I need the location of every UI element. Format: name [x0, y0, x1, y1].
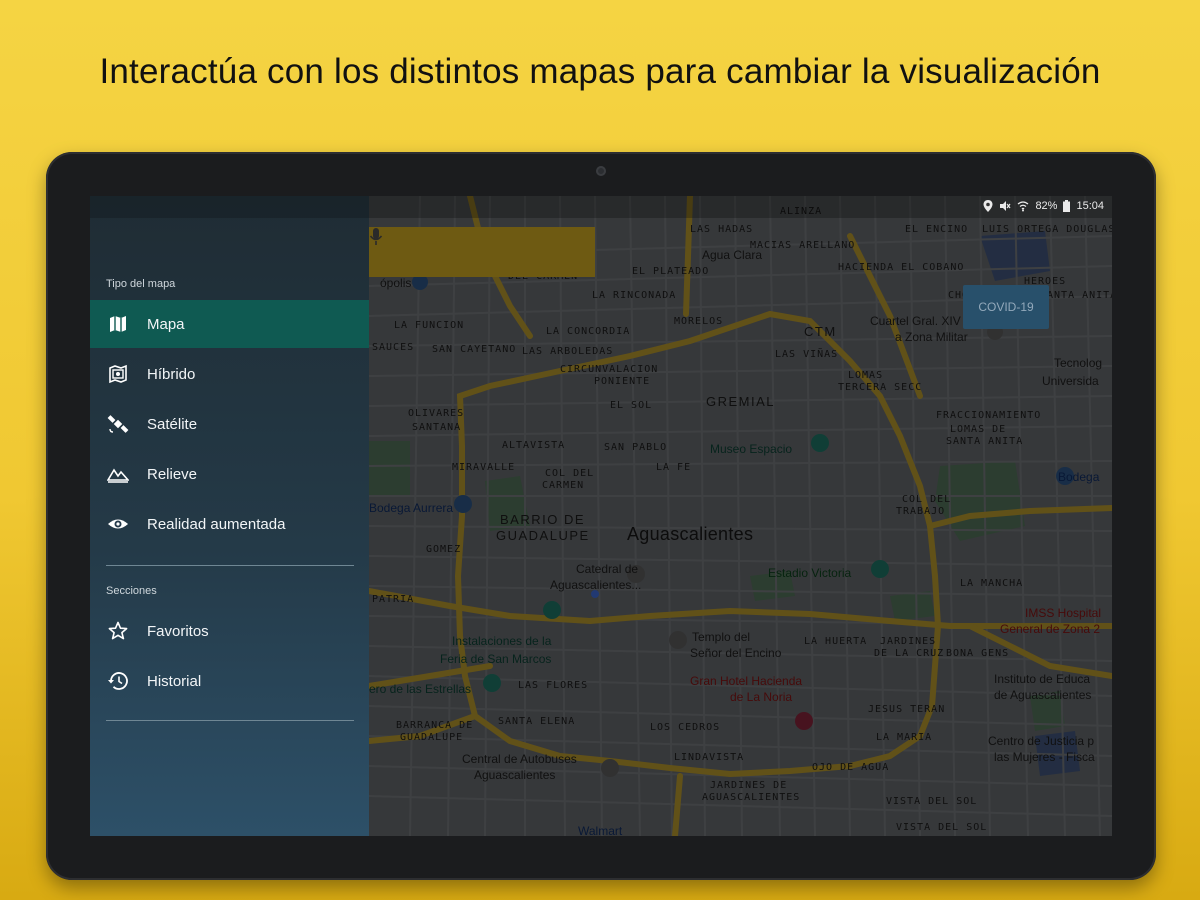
drawer-item-label: Mapa [147, 315, 185, 333]
tablet-frame: ALINZA LAS HADAS EL ENCINO LUIS ORTEGA D… [46, 152, 1156, 880]
headline: Interactúa con los distintos mapas para … [99, 52, 1101, 91]
history-icon [106, 669, 130, 693]
satellite-icon [106, 412, 130, 436]
drawer-item-label: Favoritos [147, 622, 209, 640]
battery-icon [1063, 200, 1071, 212]
navigation-drawer: Tipo del mapa Mapa Híbrido Satélite Reli… [90, 196, 369, 836]
microphone-icon[interactable] [369, 227, 383, 247]
wifi-icon [1018, 201, 1029, 212]
camera-dot [596, 166, 606, 176]
section-label-sections: Secciones [106, 585, 157, 597]
clock: 15:04 [1076, 200, 1104, 212]
screen: ALINZA LAS HADAS EL ENCINO LUIS ORTEGA D… [90, 196, 1112, 836]
terrain-icon [106, 462, 130, 486]
drawer-item-label: Relieve [147, 465, 198, 483]
battery-percent: 82% [1035, 200, 1058, 212]
search-bar[interactable] [369, 227, 595, 277]
drawer-item-historial[interactable]: Historial [90, 657, 369, 705]
drawer-item-mapa[interactable]: Mapa [90, 300, 369, 348]
drawer-item-realidad-aumentada[interactable]: Realidad aumentada [90, 500, 369, 548]
drawer-item-relieve[interactable]: Relieve [90, 450, 369, 498]
covid-button[interactable]: COVID-19 [963, 285, 1049, 329]
mute-icon [1000, 201, 1011, 211]
drawer-item-label: Satélite [147, 415, 198, 433]
drawer-divider [106, 720, 354, 721]
drawer-item-label: Realidad aumentada [147, 515, 286, 533]
drawer-item-label: Historial [147, 672, 202, 690]
star-icon [106, 619, 130, 643]
drawer-item-label: Híbrido [147, 365, 196, 383]
map-icon [106, 312, 130, 336]
drawer-status-strip [90, 196, 369, 218]
drawer-item-favoritos[interactable]: Favoritos [90, 607, 369, 655]
section-label-map-type: Tipo del mapa [106, 278, 176, 290]
drawer-item-hibrido[interactable]: Híbrido [90, 350, 369, 398]
augmented-reality-icon [106, 512, 130, 536]
drawer-item-satelite[interactable]: Satélite [90, 400, 369, 448]
drawer-divider [106, 565, 354, 566]
hybrid-map-icon [106, 362, 130, 386]
location-icon [983, 200, 993, 212]
